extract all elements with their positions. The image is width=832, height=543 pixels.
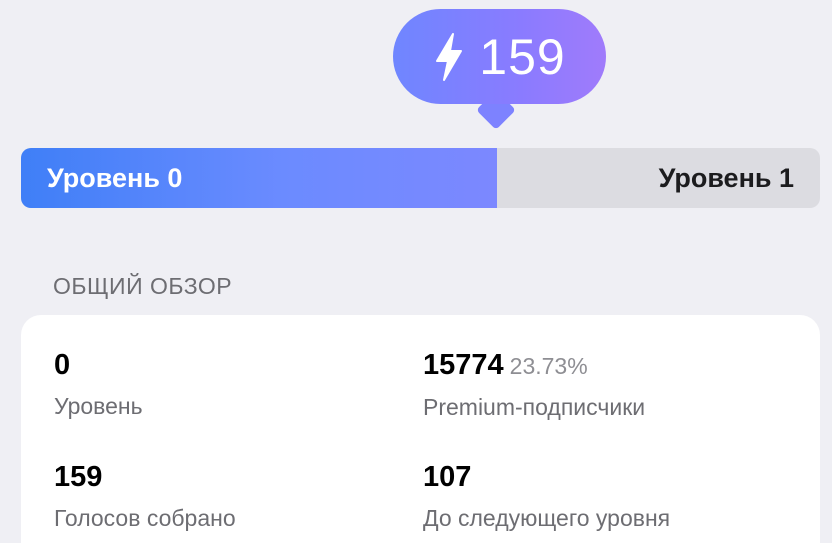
boost-screen: 159 Уровень 0 Уровень 1 ОБЩИЙ ОБЗОР 0 Ур… bbox=[0, 0, 832, 543]
next-level-label: Уровень 1 bbox=[658, 163, 794, 193]
stat-value: 15774 23.73% bbox=[423, 348, 645, 383]
stat-number: 107 bbox=[423, 461, 472, 493]
stat-label: Уровень bbox=[54, 393, 143, 419]
lightning-bolt-icon bbox=[436, 32, 463, 81]
stat-value: 107 bbox=[423, 460, 670, 494]
stat-value: 159 bbox=[54, 460, 236, 494]
stat-number: 15774 bbox=[423, 349, 504, 381]
boost-count: 159 bbox=[479, 28, 566, 85]
stat-number: 159 bbox=[54, 461, 103, 493]
stat-percentage: 23.73% bbox=[509, 353, 588, 379]
stat-premium-subscribers: 15774 23.73% Premium-подписчики bbox=[423, 348, 645, 421]
overview-card: 0 Уровень 15774 23.73% Premium-подписчики… bbox=[21, 315, 820, 543]
stat-votes-collected: 159 Голосов собрано bbox=[54, 460, 236, 532]
level-progress-bar: Уровень 0 Уровень 1 bbox=[21, 148, 820, 208]
boost-badge: 159 bbox=[393, 9, 606, 104]
current-level-label: Уровень 0 bbox=[47, 163, 183, 193]
overview-section-title: ОБЩИЙ ОБЗОР bbox=[53, 273, 233, 299]
stat-label: Голосов собрано bbox=[54, 505, 236, 531]
stat-label: Premium-подписчики bbox=[423, 394, 646, 420]
stat-level: 0 Уровень bbox=[54, 348, 143, 420]
stat-number: 0 bbox=[54, 349, 71, 381]
stat-to-next-level: 107 До следующего уровня bbox=[423, 460, 670, 532]
stat-value: 0 bbox=[54, 348, 143, 382]
stat-label: До следующего уровня bbox=[423, 505, 671, 531]
